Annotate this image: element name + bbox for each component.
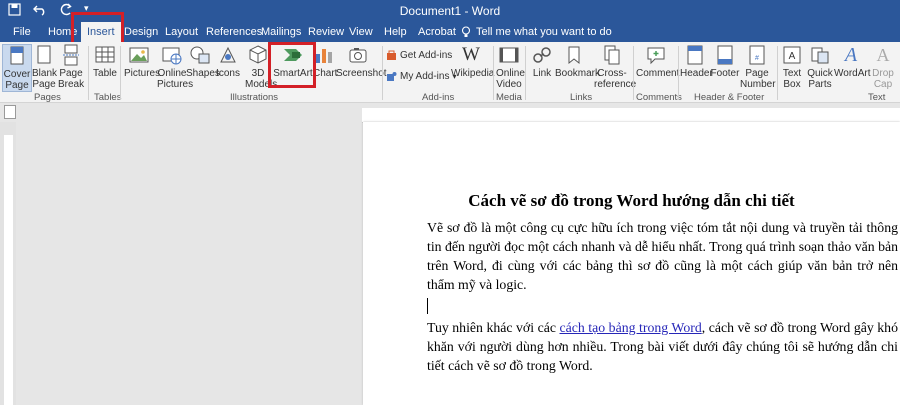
lightbulb-icon <box>461 26 471 37</box>
cover-page-button[interactable]: Cover Page <box>2 44 32 92</box>
pages-group-label: Pages <box>34 92 61 103</box>
links-group-label: Links <box>570 92 593 103</box>
tab-selector[interactable] <box>4 105 16 119</box>
addins-group-label: Add-ins <box>422 92 455 103</box>
online-pictures-button[interactable]: Online Pictures <box>157 44 193 90</box>
divider <box>120 46 121 100</box>
blank-page-icon <box>37 45 51 64</box>
drop-cap-button[interactable]: A Drop Cap <box>869 44 897 90</box>
screenshot-button[interactable]: Screenshot <box>336 44 387 79</box>
document-heading: Cách vẽ sơ đồ trong Word hướng dẫn chi t… <box>468 191 795 210</box>
online-pictures-icon <box>162 47 182 65</box>
chart-icon <box>316 49 332 63</box>
divider <box>382 46 383 100</box>
quick-parts-button[interactable]: Quick Parts <box>806 44 834 90</box>
cover-page-icon <box>10 46 24 65</box>
cross-reference-button[interactable]: Cross- reference <box>594 44 636 90</box>
paragraph-2: Tuy nhiên khác với các cách tạo bảng tro… <box>427 318 898 375</box>
illustrations-group-label: Illustrations <box>230 92 279 103</box>
ribbon-tabs: File Home Insert Design Layout Reference… <box>0 22 900 42</box>
tab-design[interactable]: Design <box>124 26 158 38</box>
tab-mailings[interactable]: Mailings <box>261 26 301 38</box>
icons-icon <box>220 46 236 63</box>
footer-icon <box>717 45 733 65</box>
tell-me-box[interactable]: Tell me what you want to do <box>461 26 612 38</box>
quick-parts-icon <box>811 47 829 64</box>
drop-cap-icon: A <box>876 45 890 65</box>
text-box-icon: A <box>783 46 801 64</box>
text-group-label: Text <box>868 92 886 103</box>
pictures-icon <box>129 47 149 63</box>
shapes-icon <box>190 46 210 64</box>
paragraph-1: Vẽ sơ đồ là một công cụ cực hữu ích tron… <box>427 220 898 292</box>
text-box-button[interactable]: A Text Box <box>780 44 804 90</box>
tab-view[interactable]: View <box>349 26 373 38</box>
divider <box>525 46 526 100</box>
text-cursor <box>427 298 428 314</box>
page-break-button[interactable]: Page Break <box>58 44 84 90</box>
smartart-highlight <box>268 42 316 88</box>
video-icon <box>499 47 519 63</box>
shapes-button[interactable]: Shapes <box>186 44 220 79</box>
media-group-label: Media <box>496 92 522 103</box>
link-button[interactable]: Link <box>530 44 554 79</box>
vertical-ruler-track[interactable] <box>4 135 13 405</box>
paragraph-2-text-start: Tuy nhiên khác với các <box>427 320 560 335</box>
footer-button[interactable]: Footer <box>710 44 740 79</box>
tell-me-text: Tell me what you want to do <box>476 26 612 38</box>
bookmark-button[interactable]: Bookmark <box>555 44 600 79</box>
divider <box>678 46 679 100</box>
page-break-icon <box>63 44 79 66</box>
tab-review[interactable]: Review <box>308 26 344 38</box>
wikipedia-button[interactable]: W Wikipedia <box>451 44 494 79</box>
horizontal-ruler[interactable] <box>362 108 900 123</box>
wordart-icon: A <box>844 44 858 66</box>
pictures-button[interactable]: Pictures <box>124 44 160 79</box>
header-button[interactable]: Header <box>680 44 713 79</box>
header-footer-group-label: Header & Footer <box>694 92 765 103</box>
page-number-button[interactable]: # Page Number <box>740 44 776 90</box>
get-addins-button[interactable]: Get Add-ins <box>386 50 452 61</box>
comment-icon <box>647 47 665 65</box>
tab-references[interactable]: References <box>206 26 262 38</box>
comment-button[interactable]: Comment <box>636 44 679 79</box>
blank-page-button[interactable]: Blank Page <box>32 44 57 90</box>
wikipedia-icon: W <box>462 44 480 65</box>
page-number-icon: # <box>749 45 765 65</box>
tables-group-label: Tables <box>94 92 122 103</box>
ribbon: Cover Page Blank Page Page Break Pages T… <box>0 42 900 103</box>
wordart-button[interactable]: A WordArt <box>834 44 871 79</box>
window-title: Document1 - Word <box>399 4 501 18</box>
icons-button[interactable]: Icons <box>216 44 240 79</box>
divider <box>633 46 634 100</box>
tab-acrobat[interactable]: Acrobat <box>418 26 456 38</box>
tab-file[interactable]: File <box>13 26 31 38</box>
tab-help[interactable]: Help <box>384 26 407 38</box>
divider <box>88 46 89 100</box>
divider <box>493 46 494 100</box>
store-icon <box>387 50 396 60</box>
online-video-button[interactable]: Online Video <box>496 44 525 90</box>
cube-icon <box>249 45 267 64</box>
screenshot-icon <box>349 48 367 63</box>
tab-layout[interactable]: Layout <box>165 26 198 38</box>
cross-reference-icon <box>604 45 620 65</box>
table-button[interactable]: Table <box>92 44 118 79</box>
title-bar: ▾ Document1 - Word <box>0 0 900 22</box>
svg-text:#: # <box>755 55 759 62</box>
bookmark-icon <box>568 46 580 65</box>
table-icon <box>95 46 115 63</box>
my-addins-icon <box>387 72 397 81</box>
create-table-link[interactable]: cách tạo bảng trong Word <box>559 320 701 335</box>
header-icon <box>687 45 703 65</box>
my-addins-button[interactable]: My Add-ins ▾ <box>386 71 456 82</box>
comments-group-label: Comments <box>636 92 682 103</box>
divider <box>777 46 778 100</box>
chart-button[interactable]: Chart <box>313 44 337 79</box>
link-icon <box>533 47 551 63</box>
document-page[interactable]: Cách vẽ sơ đồ trong Word hướng dẫn chi t… <box>363 122 900 405</box>
svg-text:A: A <box>789 51 796 62</box>
